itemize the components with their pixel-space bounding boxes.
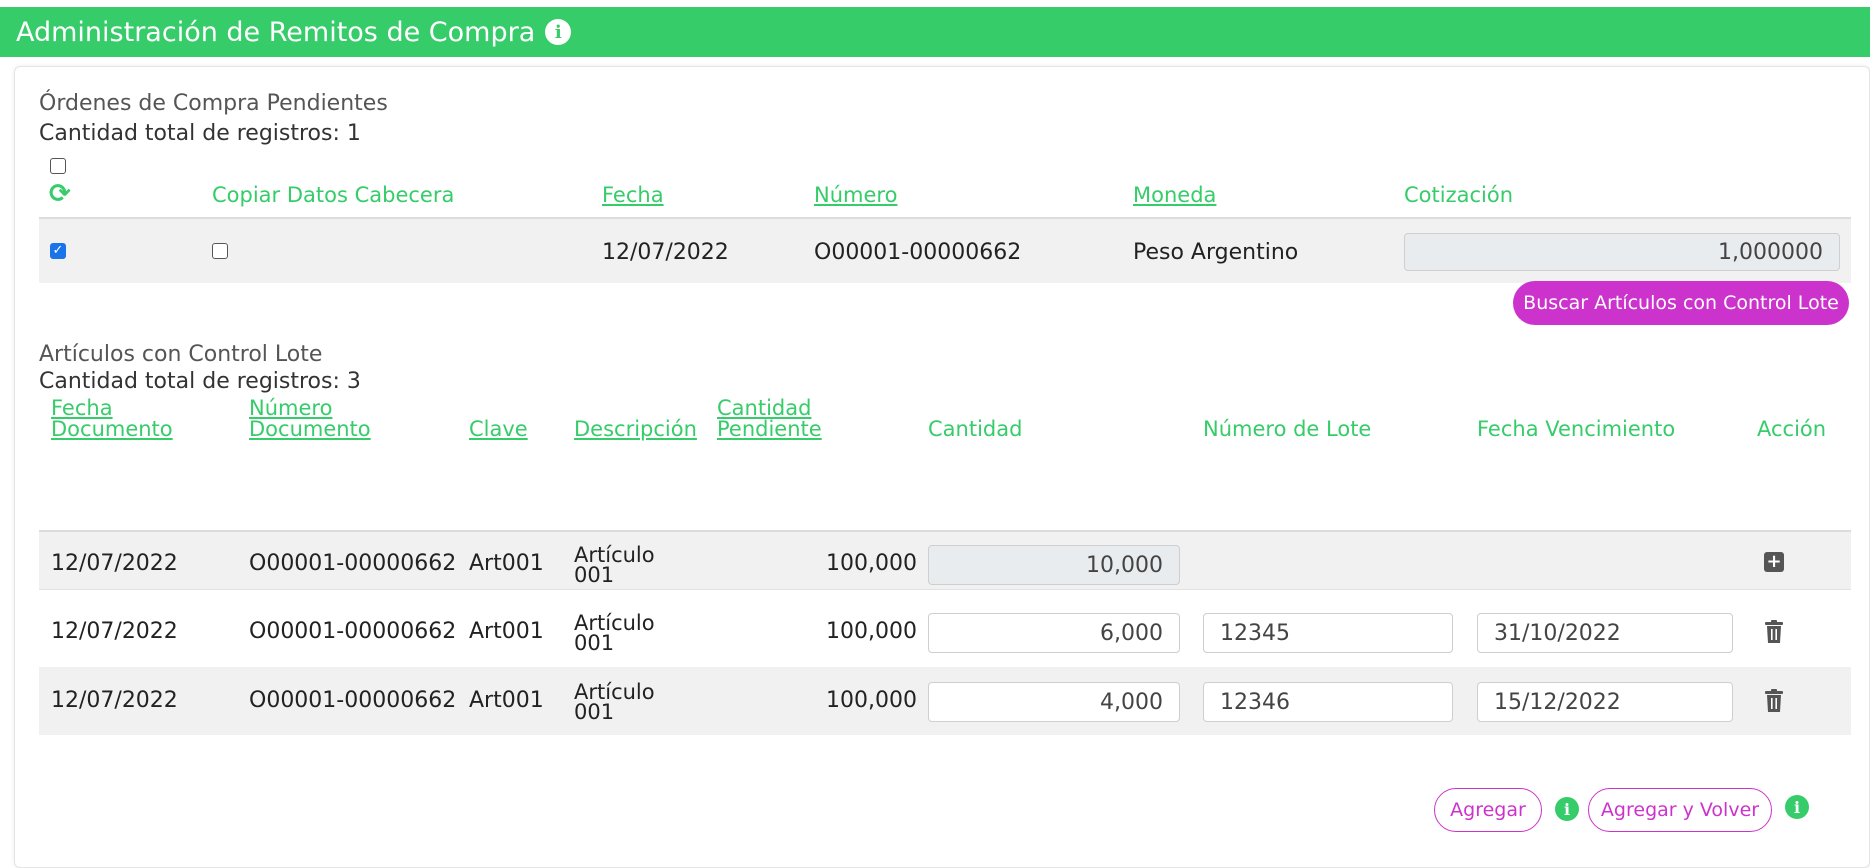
article-pending: 100,000 — [826, 688, 917, 713]
article-doc-number: O00001-00000662 — [249, 688, 457, 713]
col-rate-header: Cotización — [1404, 183, 1514, 207]
select-all-checkbox[interactable] — [50, 158, 66, 174]
info-icon[interactable]: i — [1555, 797, 1579, 821]
article-key: Art001 — [469, 688, 544, 713]
search-lot-articles-button[interactable]: Buscar Artículos con Control Lote — [1513, 281, 1849, 325]
exchange-rate-field: 1,000000 — [1404, 233, 1840, 271]
col-date-sort[interactable]: Fecha — [602, 183, 664, 207]
articles-section-title: Artículos con Control Lote — [39, 342, 323, 367]
col-quantity-header: Cantidad — [928, 417, 1023, 441]
article-description: Artículo 001 — [574, 611, 655, 655]
article-description: Artículo 001 — [574, 680, 655, 724]
orders-record-count: Cantidad total de registros: 1 — [39, 121, 361, 146]
info-icon[interactable]: i — [545, 19, 572, 45]
orders-section-title: Órdenes de Compra Pendientes — [39, 91, 388, 116]
add-lot-icon[interactable]: + — [1764, 552, 1784, 572]
articles-record-count: Cantidad total de registros: 3 — [39, 369, 361, 394]
article-key: Art001 — [469, 619, 544, 644]
divider — [39, 589, 1851, 590]
col-key-sort[interactable]: Clave — [469, 419, 528, 440]
col-number-sort[interactable]: Número — [814, 183, 897, 207]
page-header: Administración de Remitos de Compra i — [0, 7, 1870, 57]
article-pending: 100,000 — [826, 619, 917, 644]
col-doc-date-sort[interactable]: Fecha Documento — [51, 398, 173, 440]
article-description: Artículo 001 — [574, 543, 655, 587]
add-button[interactable]: Agregar — [1434, 788, 1542, 832]
expiry-date-field[interactable]: 31/10/2022 — [1477, 613, 1733, 653]
order-currency: Peso Argentino — [1133, 240, 1299, 265]
article-doc-number: O00001-00000662 — [249, 619, 457, 644]
article-pending: 100,000 — [826, 551, 917, 576]
article-doc-date: 12/07/2022 — [51, 551, 178, 576]
col-expiry-header: Fecha Vencimiento — [1477, 417, 1676, 441]
col-pending-sort[interactable]: Cantidad Pendiente — [717, 398, 822, 440]
content-card: Órdenes de Compra Pendientes Cantidad to… — [14, 66, 1870, 868]
col-copy-header: Copiar Datos Cabecera — [212, 183, 455, 207]
refresh-icon[interactable]: ⟳ — [49, 181, 71, 207]
col-description-sort[interactable]: Descripción — [574, 419, 697, 440]
col-currency-sort[interactable]: Moneda — [1133, 183, 1216, 207]
quantity-field[interactable]: 4,000 — [928, 682, 1180, 722]
col-action-header: Acción — [1757, 417, 1827, 441]
order-select-checkbox[interactable]: ✓ — [50, 243, 66, 259]
article-key: Art001 — [469, 551, 544, 576]
order-number: O00001-00000662 — [814, 240, 1022, 265]
article-doc-number: O00001-00000662 — [249, 551, 457, 576]
quantity-field: 10,000 — [928, 545, 1180, 585]
info-icon[interactable]: i — [1785, 795, 1809, 819]
page-title: Administración de Remitos de Compra — [16, 16, 536, 48]
order-date: 12/07/2022 — [602, 240, 729, 265]
delete-icon[interactable] — [1764, 620, 1784, 644]
lot-number-field[interactable]: 12345 — [1203, 613, 1453, 653]
delete-icon[interactable] — [1764, 689, 1784, 713]
expiry-date-field[interactable]: 15/12/2022 — [1477, 682, 1733, 722]
add-and-return-button[interactable]: Agregar y Volver — [1588, 788, 1772, 832]
col-lot-header: Número de Lote — [1203, 417, 1372, 441]
article-doc-date: 12/07/2022 — [51, 688, 178, 713]
col-doc-number-sort[interactable]: Número Documento — [249, 398, 371, 440]
article-doc-date: 12/07/2022 — [51, 619, 178, 644]
lot-number-field[interactable]: 12346 — [1203, 682, 1453, 722]
quantity-field[interactable]: 6,000 — [928, 613, 1180, 653]
exchange-rate-value: 1,000000 — [1718, 239, 1823, 265]
copy-header-checkbox[interactable] — [212, 243, 228, 259]
